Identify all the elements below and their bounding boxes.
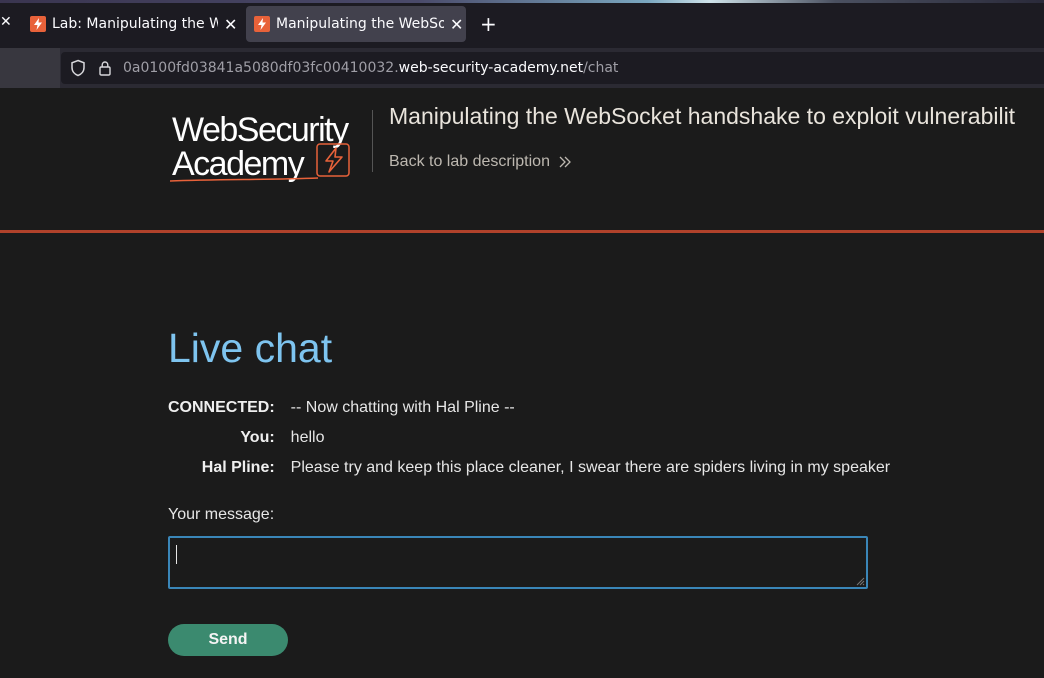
double-chevron-right-icon	[559, 156, 571, 168]
header-divider	[0, 230, 1044, 233]
text-caret	[176, 545, 177, 564]
tab-chat[interactable]: Manipulating the WebSoc ✕	[246, 6, 466, 42]
chat-message: -- Now chatting with Hal Pline --	[290, 399, 515, 416]
offscreen-tab-close-icon[interactable]: ✕	[0, 14, 12, 30]
new-tab-button[interactable]: +	[480, 12, 497, 36]
tab-title: Lab: Manipulating the We	[52, 16, 218, 32]
tab-bar-accent	[0, 0, 1044, 3]
chat-message: hello	[290, 429, 325, 446]
tab-title: Manipulating the WebSoc	[276, 16, 444, 32]
browser-tab-bar: ✕ Lab: Manipulating the We ✕ Manipulatin…	[0, 0, 1044, 48]
page: WebSecurity Academy Manipulating the Web…	[0, 88, 1044, 678]
logo-text-line2: Academy	[172, 145, 305, 183]
url-host: web-security-academy.net	[398, 60, 584, 76]
lock-icon[interactable]	[97, 60, 113, 76]
url-subdomain: 0a0100fd03841a5080df03fc00410032.	[123, 60, 399, 76]
back-link-label: Back to lab description	[389, 153, 550, 170]
message-textarea[interactable]	[168, 536, 868, 589]
academy-favicon-icon	[30, 16, 46, 32]
chat-sender: Hal Pline:	[201, 459, 275, 476]
chat-message: Please try and keep this place cleaner, …	[290, 459, 891, 476]
lab-header: WebSecurity Academy Manipulating the Web…	[0, 88, 1044, 233]
browser-nav-bar: 0a0100fd03841a5080df03fc00410032.web-sec…	[0, 48, 1044, 88]
url-path: /chat	[583, 60, 619, 76]
tab-lab[interactable]: Lab: Manipulating the We ✕	[22, 6, 240, 42]
academy-favicon-icon	[254, 16, 270, 32]
web-security-academy-logo[interactable]: WebSecurity Academy	[168, 106, 368, 184]
tab-close-icon[interactable]: ✕	[450, 15, 463, 34]
nav-buttons-area	[0, 48, 60, 88]
chat-row: CONNECTED: -- Now chatting with Hal Plin…	[168, 393, 890, 423]
back-to-lab-link[interactable]: Back to lab description	[389, 153, 572, 171]
header-separator	[372, 110, 373, 172]
chat-log: CONNECTED: -- Now chatting with Hal Plin…	[168, 393, 890, 483]
message-label: Your message:	[168, 506, 275, 523]
logo-bolt-icon	[325, 147, 343, 173]
resize-handle-icon[interactable]	[855, 576, 865, 586]
chat-sender: CONNECTED:	[168, 399, 275, 416]
chat-row: You: hello	[168, 423, 890, 453]
url-bar[interactable]: 0a0100fd03841a5080df03fc00410032.web-sec…	[61, 52, 1044, 84]
lab-title: Manipulating the WebSocket handshake to …	[389, 103, 1016, 129]
chat-row: Hal Pline: Please try and keep this plac…	[168, 453, 890, 483]
url-text[interactable]: 0a0100fd03841a5080df03fc00410032.web-sec…	[123, 60, 618, 76]
tab-close-icon[interactable]: ✕	[224, 15, 237, 34]
chat-sender: You:	[240, 429, 275, 446]
send-button[interactable]: Send	[168, 624, 288, 656]
page-title: Live chat	[168, 325, 333, 371]
tracking-shield-icon[interactable]	[69, 59, 87, 77]
